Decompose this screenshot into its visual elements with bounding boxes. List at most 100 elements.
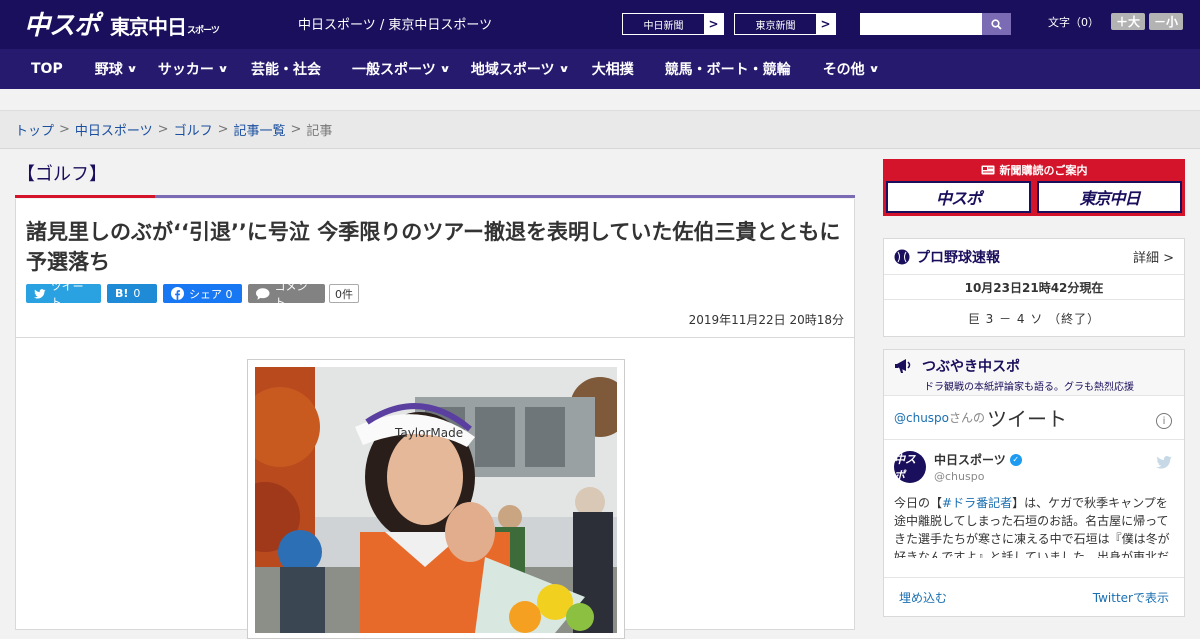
twitter-bird-icon[interactable]: [1156, 456, 1172, 469]
view-on-twitter-link[interactable]: Twitterで表示: [1093, 589, 1169, 606]
nav-label: 野球: [94, 62, 123, 78]
category-underline-accent: [15, 195, 155, 198]
nav-label: その他: [822, 62, 865, 78]
subscribe-chuspo-button[interactable]: 中スポ: [886, 181, 1031, 213]
nav-item-entertainment[interactable]: 芸能・社会: [251, 49, 321, 89]
verified-badge-icon: ✓: [1009, 453, 1022, 466]
breadcrumb-separator: >: [157, 122, 169, 137]
pro-baseball-score[interactable]: 巨 3 － 4 ソ （終了）: [884, 300, 1184, 336]
pro-baseball-detail-link[interactable]: 詳細 >: [1133, 247, 1174, 266]
facebook-share-label: シェア 0: [189, 287, 233, 301]
subscription-title: 新聞購読のご案内: [886, 162, 1182, 178]
speech-bubble-icon: [256, 287, 270, 300]
pro-baseball-title: プロ野球速報: [916, 249, 1000, 266]
global-nav: TOP 野球 ∨ サッカー ∨ 芸能・社会 一般スポーツ ∨ 地域スポーツ ∨ 大相撲 …: [0, 49, 1200, 89]
comment-button[interactable]: コメント: [248, 280, 325, 309]
font-size-label: 文字（0）: [1048, 15, 1099, 29]
pro-baseball-header: プロ野球速報 詳細 >: [884, 239, 1184, 275]
tweet-label: ツイート: [50, 279, 84, 309]
twitter-icon: [34, 288, 46, 299]
nav-label: TOP: [31, 61, 63, 77]
tweet-author-name[interactable]: 中日スポーツ: [934, 451, 1006, 468]
tweet-author-handle[interactable]: @chuspo: [934, 470, 1022, 483]
breadcrumb: トップ > 中日スポーツ > ゴルフ > 記事一覧 > 記事: [0, 111, 1200, 149]
tweet-author-name-row: 中日スポーツ ✓: [934, 451, 1022, 468]
category-underline: [15, 195, 855, 198]
article-card: 諸見里しのぶが‘‘引退’’に号泣 今季限りのツアー撤退を表明していた佐伯三貴とと…: [15, 199, 855, 639]
nav-label: サッカー: [157, 62, 214, 78]
tweet-button[interactable]: ツイート: [26, 280, 101, 309]
info-icon[interactable]: i: [1156, 413, 1172, 429]
nav-label: 芸能・社会: [250, 62, 321, 78]
breadcrumb-top[interactable]: トップ: [15, 120, 54, 139]
timeline-handle-suffix: さんの: [949, 411, 986, 425]
baseball-icon: [894, 249, 910, 264]
font-larger-button[interactable]: ＋大: [1111, 13, 1146, 30]
megaphone-icon: [895, 359, 911, 373]
facebook-icon: [171, 287, 184, 300]
search-button[interactable]: [982, 13, 1011, 35]
chuspo-logo[interactable]: 中スポ: [24, 6, 100, 41]
nav-item-local-sports[interactable]: 地域スポーツ ∨: [471, 49, 570, 89]
avatar[interactable]: 中スポ: [894, 451, 926, 483]
site-title[interactable]: 中日スポーツ / 東京中日スポーツ: [298, 14, 492, 33]
chevron-down-icon: ∨: [439, 63, 451, 75]
article-photo[interactable]: TaylorMade: [247, 359, 625, 639]
tweet-author[interactable]: 中スポ 中日スポーツ ✓ @chuspo: [894, 451, 1022, 483]
main-content: 【ゴルフ】 諸見里しのぶが‘‘引退’’に号泣 今季限りのツアー撤退を表明していた…: [15, 149, 855, 639]
breadcrumb-separator: >: [290, 122, 302, 137]
site-search: [860, 13, 1011, 35]
breadcrumb-golf[interactable]: ゴルフ: [174, 120, 213, 139]
twitter-widget-footer: 埋め込む Twitterで表示: [884, 577, 1184, 617]
golfer-photo-illustration: TaylorMade: [255, 367, 617, 633]
nav-label: 競馬・ボート・競輪: [664, 62, 791, 78]
nav-item-general-sports[interactable]: 一般スポーツ ∨: [351, 49, 451, 89]
chunichi-link-label: 中日新聞: [643, 20, 684, 32]
category-heading: 【ゴルフ】: [17, 163, 107, 185]
nav-label: 一般スポーツ: [351, 62, 436, 78]
comment-label: コメント: [274, 279, 308, 309]
subscription-banner: 新聞購読のご案内 中スポ 東京中日: [883, 159, 1185, 216]
nav-item-other[interactable]: その他 ∨: [822, 49, 880, 89]
timeline-header: @chuspo さんの ツイート i: [884, 396, 1184, 440]
subnav-strip: [0, 89, 1200, 111]
hatena-icon: B!: [115, 287, 129, 300]
twitter-widget-title: つぶやき中スポ: [894, 356, 1174, 376]
chevron-right-icon: >: [704, 14, 723, 34]
chevron-down-icon: ∨: [126, 63, 138, 75]
breadcrumb-current: 記事: [306, 124, 333, 139]
twitter-widget-subtitle: ドラ観戦の本紙評論家も語る。グラも熱烈応援: [924, 382, 1134, 393]
twitter-widget-header: つぶやき中スポ ドラ観戦の本紙評論家も語る。グラも熱烈応援: [884, 350, 1184, 396]
breadcrumb-separator: >: [59, 122, 70, 137]
nav-item-baseball[interactable]: 野球 ∨: [94, 49, 138, 89]
hatena-bookmark-button[interactable]: B! 0: [107, 284, 157, 303]
timeline-title: ツイート: [987, 407, 1068, 431]
breadcrumb-chunichi-sports[interactable]: 中日スポーツ: [75, 120, 153, 139]
tweet-text-pre: 今日の【: [894, 496, 943, 510]
font-smaller-button[interactable]: －小: [1149, 13, 1184, 30]
nav-item-sumo[interactable]: 大相撲: [592, 49, 634, 89]
tokyo-chunichi-logo[interactable]: 東京中日 スポーツ: [110, 8, 220, 40]
tweet-hashtag[interactable]: #ドラ番記者: [942, 496, 1012, 510]
twitter-widget: つぶやき中スポ ドラ観戦の本紙評論家も語る。グラも熱烈応援 @chuspo さん…: [883, 349, 1185, 617]
nav-item-racing[interactable]: 競馬・ボート・競輪: [665, 49, 791, 89]
tweet-author-info: 中日スポーツ ✓ @chuspo: [934, 451, 1022, 483]
search-input[interactable]: [860, 13, 982, 35]
chevron-down-icon: ∨: [557, 63, 570, 75]
subscription-buttons: 中スポ 東京中日: [886, 181, 1182, 213]
chunichi-shimbun-link[interactable]: 中日新聞 >: [622, 13, 724, 35]
hatena-count: 0: [133, 287, 141, 300]
tokyo-shimbun-link[interactable]: 東京新聞 >: [734, 13, 836, 35]
subscribe-tokyo-chunichi-button[interactable]: 東京中日: [1037, 181, 1182, 213]
breadcrumb-article-list[interactable]: 記事一覧: [234, 120, 286, 139]
chevron-down-icon: ∨: [868, 63, 880, 75]
timeline-handle[interactable]: @chuspo: [894, 411, 949, 425]
nav-item-soccer[interactable]: サッカー ∨: [157, 49, 229, 89]
svg-text:TaylorMade: TaylorMade: [394, 426, 463, 440]
article-divider: [16, 337, 854, 338]
nav-item-top[interactable]: TOP: [31, 49, 63, 89]
twitter-widget-title-label: つぶやき中スポ: [922, 359, 1020, 375]
tokyo-logo-text: 東京中日: [110, 15, 187, 39]
facebook-share-button[interactable]: シェア 0: [163, 284, 242, 303]
embed-link[interactable]: 埋め込む: [899, 589, 947, 606]
